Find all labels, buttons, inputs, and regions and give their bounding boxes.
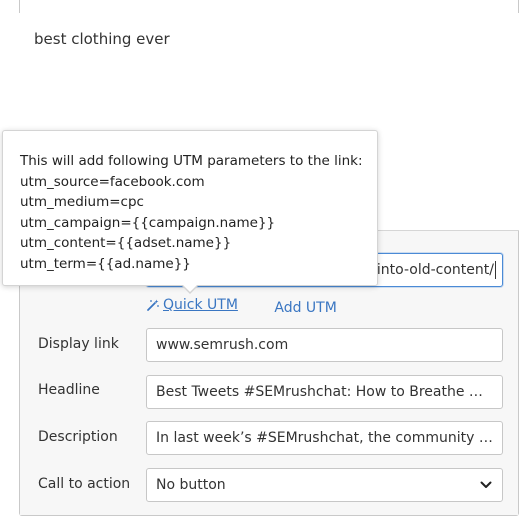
tooltip-arrow bbox=[182, 284, 198, 292]
description-input[interactable]: In last week’s #SEMrushchat, the communi… bbox=[146, 421, 503, 455]
quick-utm-label: Quick UTM bbox=[163, 297, 238, 313]
quick-utm-tooltip: This will add following UTM parameters t… bbox=[2, 130, 378, 286]
tooltip-param: utm_source=facebook.com bbox=[20, 173, 205, 190]
text-caret bbox=[495, 261, 496, 279]
magic-wand-icon bbox=[147, 299, 159, 311]
call-to-action-select[interactable]: No button bbox=[146, 468, 503, 502]
display-link-input[interactable]: www.semrush.com bbox=[146, 328, 503, 362]
description-label: Description bbox=[38, 429, 118, 445]
ad-text-value: best clothing ever bbox=[34, 30, 170, 48]
add-utm-link[interactable]: Add UTM bbox=[274, 300, 336, 316]
link-url-value: into-old-content/ bbox=[376, 262, 494, 278]
tooltip-param: utm_campaign={{campaign.name}} bbox=[20, 214, 276, 231]
utm-actions: Quick UTM Add UTM bbox=[146, 297, 337, 317]
display-link-label: Display link bbox=[38, 336, 119, 352]
tooltip-param: utm_medium=cpc bbox=[20, 194, 144, 210]
headline-input[interactable]: Best Tweets #SEMrushchat: How to Breathe… bbox=[146, 375, 503, 409]
headline-label: Headline bbox=[38, 382, 100, 398]
quick-utm-button[interactable]: Quick UTM bbox=[146, 297, 238, 313]
call-to-action-value: No button bbox=[156, 477, 226, 493]
tooltip-heading: This will add following UTM parameters t… bbox=[20, 153, 363, 169]
tooltip-param: utm_content={{adset.name}} bbox=[20, 235, 232, 251]
chevron-down-icon bbox=[480, 481, 492, 488]
tooltip-param: utm_term={{ad.name}} bbox=[20, 255, 191, 272]
call-to-action-label: Call to action bbox=[38, 476, 131, 492]
